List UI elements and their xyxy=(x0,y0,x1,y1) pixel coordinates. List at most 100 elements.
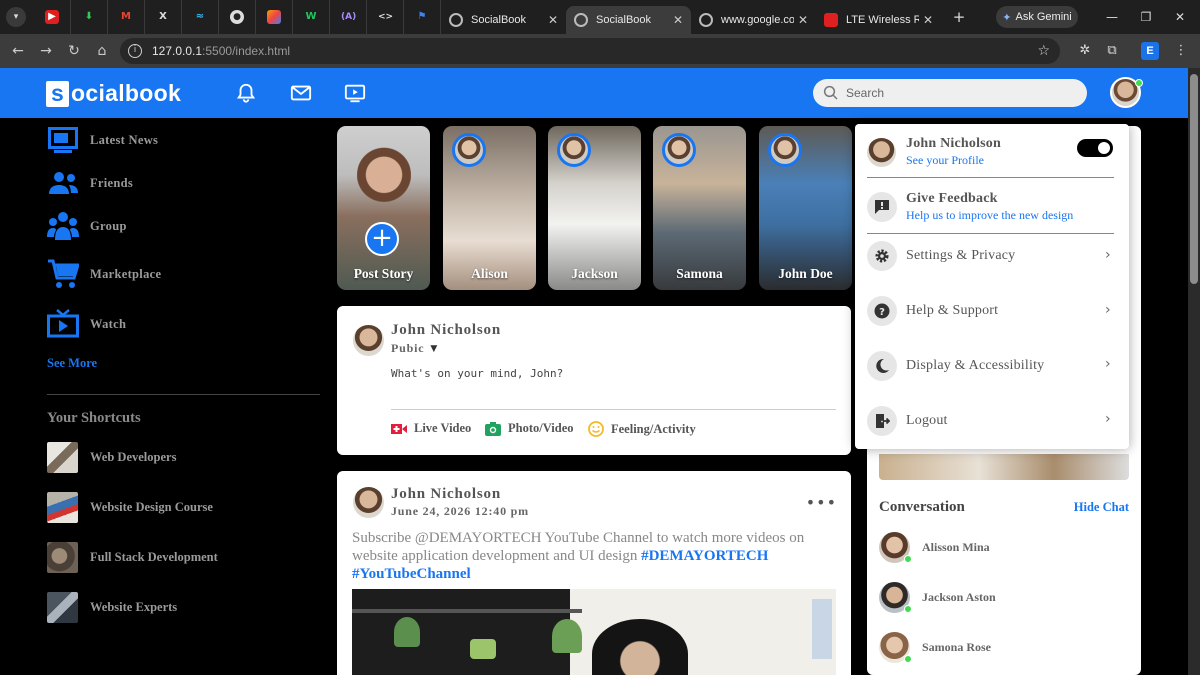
menu-give-feedback[interactable]: Give Feedback Help us to improve the new… xyxy=(867,191,1073,223)
pinned-tab-tailwind[interactable]: ≈ xyxy=(182,0,219,34)
privacy-label: Pubic xyxy=(391,341,425,355)
shortcut-full-stack-development[interactable]: Full Stack Development xyxy=(47,542,218,573)
live-video-button[interactable]: Live Video xyxy=(391,421,471,436)
shortcut-website-experts[interactable]: Website Experts xyxy=(47,592,177,623)
feeling-activity-button[interactable]: Feeling/Activity xyxy=(588,421,696,437)
socialbook-logo[interactable]: s ocialbook xyxy=(46,80,181,107)
post-username[interactable]: John Nicholson xyxy=(391,486,501,503)
shortcut-web-developers[interactable]: Web Developers xyxy=(47,442,176,473)
feedback-subtitle: Help us to improve the new design xyxy=(906,208,1074,222)
search-box[interactable] xyxy=(813,79,1087,107)
home-icon[interactable]: ⌂ xyxy=(88,43,116,59)
globe-icon xyxy=(699,13,713,27)
pinned-tab-x[interactable]: X xyxy=(145,0,182,34)
reload-icon[interactable]: ↻ xyxy=(60,43,88,59)
close-tab-icon[interactable]: ✕ xyxy=(798,13,808,27)
sidebar-item-label: Watch xyxy=(90,316,127,331)
profile-avatar xyxy=(867,137,896,167)
pinned-tab-flag[interactable]: ⚑ xyxy=(404,0,441,34)
forward-icon[interactable]: → xyxy=(32,43,60,59)
chevron-right-icon: › xyxy=(1105,247,1111,263)
sidebar-divider xyxy=(47,394,320,395)
tab-lte-router[interactable]: LTE Wireless Rou ✕ xyxy=(816,6,941,34)
contact-alisson-mina[interactable]: Alisson Mina xyxy=(879,532,990,563)
page-scrollbar[interactable] xyxy=(1188,68,1200,675)
sidebar-item-latest-news[interactable]: Latest News xyxy=(47,124,158,156)
pinned-tab-a[interactable]: (A) xyxy=(330,0,367,34)
video-watch-icon[interactable] xyxy=(343,82,367,104)
contact-jackson-aston[interactable]: Jackson Aston xyxy=(879,582,996,613)
back-icon[interactable]: ← xyxy=(4,43,32,59)
close-window-button[interactable]: ✕ xyxy=(1160,0,1200,34)
add-story-plus-icon[interactable]: + xyxy=(365,222,399,256)
pinned-tab-download[interactable]: ⬇ xyxy=(71,0,108,34)
feedback-icon xyxy=(867,192,897,222)
user-avatar xyxy=(353,487,384,518)
close-tab-icon[interactable]: ✕ xyxy=(923,13,933,27)
scrollbar-thumb[interactable] xyxy=(1190,74,1198,284)
story-alison[interactable]: Alison xyxy=(443,126,536,290)
more-options-icon[interactable]: ••• xyxy=(806,493,837,512)
extension-icon[interactable]: ✲ xyxy=(1076,42,1094,60)
sidebar-item-watch[interactable]: Watch xyxy=(47,308,126,340)
composer-input[interactable]: What's on your mind, John? xyxy=(391,367,563,380)
pinned-tab-code[interactable]: <> xyxy=(367,0,404,34)
profile-icon[interactable]: E xyxy=(1141,42,1159,60)
contact-samona-rose[interactable]: Samona Rose xyxy=(879,632,991,663)
story-samona[interactable]: Samona xyxy=(653,126,746,290)
menu-profile[interactable]: John Nicholson See your Profile xyxy=(867,136,1001,168)
sidebar-item-marketplace[interactable]: Marketplace xyxy=(47,258,161,290)
see-profile-link[interactable]: See your Profile xyxy=(906,153,1001,168)
menu-settings-privacy[interactable]: Settings & Privacy xyxy=(867,241,1015,271)
menu-divider xyxy=(867,233,1114,234)
see-more-link[interactable]: See More xyxy=(47,356,97,371)
menu-help-support[interactable]: ? Help & Support xyxy=(867,296,998,326)
notifications-bell-icon[interactable] xyxy=(234,82,258,104)
pinned-tabs: ▶ ⬇ M X ≈ ● W (A) <> ⚑ xyxy=(34,0,441,34)
sidebar-item-group[interactable]: Group xyxy=(47,210,127,242)
shortcut-label: Full Stack Development xyxy=(90,550,218,564)
shortcut-website-design-course[interactable]: Website Design Course xyxy=(47,492,213,523)
address-bar[interactable]: i 127.0.0.1:5500/index.html ☆ xyxy=(120,38,1060,64)
new-tab-button[interactable]: + xyxy=(947,8,971,26)
story-name: Alison xyxy=(471,266,508,281)
pinned-tab-colorful[interactable] xyxy=(256,0,293,34)
search-input[interactable] xyxy=(846,86,1066,100)
menu-display-accessibility[interactable]: Display & Accessibility xyxy=(867,351,1044,381)
hide-chat-link[interactable]: Hide Chat xyxy=(1074,500,1129,515)
browser-toolbar: ← → ↻ ⌂ i 127.0.0.1:5500/index.html ☆ ✲ … xyxy=(0,34,1200,68)
globe-icon xyxy=(449,13,463,27)
menu-item-label: Display & Accessibility xyxy=(906,358,1045,373)
privacy-selector[interactable]: Pubic ▼ xyxy=(391,341,437,356)
shortcut-label: Web Developers xyxy=(90,450,177,464)
tab-search-icon[interactable]: ▾ xyxy=(6,7,26,27)
sidebar-item-friends[interactable]: Friends xyxy=(47,167,133,199)
ask-gemini-button[interactable]: ✦ Ask Gemini xyxy=(996,6,1078,28)
photo-camera-icon xyxy=(485,421,501,436)
photo-video-button[interactable]: Photo/Video xyxy=(485,421,574,436)
tab-socialbook-2[interactable]: SocialBook ✕ xyxy=(566,6,691,34)
dark-mode-toggle[interactable] xyxy=(1077,139,1113,157)
story-john-doe[interactable]: John Doe xyxy=(759,126,852,290)
hashtag-link[interactable]: #DEMAYORTECH xyxy=(641,548,768,564)
tab-socialbook-1[interactable]: SocialBook ✕ xyxy=(441,6,566,34)
extensions-puzzle-icon[interactable]: ⧉ xyxy=(1103,42,1121,60)
story-post-story[interactable]: + Post Story xyxy=(337,126,430,290)
pinned-tab-w[interactable]: W xyxy=(293,0,330,34)
pinned-tab-youtube[interactable]: ▶ xyxy=(34,0,71,34)
browser-menu-icon[interactable]: ⋮ xyxy=(1172,42,1190,60)
close-tab-icon[interactable]: ✕ xyxy=(673,13,683,27)
close-tab-icon[interactable]: ✕ xyxy=(548,13,558,27)
tab-google[interactable]: www.google.com ✕ xyxy=(691,6,816,34)
menu-item-label: Logout xyxy=(906,413,948,428)
story-jackson[interactable]: Jackson xyxy=(548,126,641,290)
pinned-tab-gmail[interactable]: M xyxy=(108,0,145,34)
globe-icon xyxy=(574,13,588,27)
chevron-right-icon: › xyxy=(1105,302,1111,318)
hashtag-link[interactable]: #YouTubeChannel xyxy=(352,566,471,582)
bookmark-star-icon[interactable]: ☆ xyxy=(1037,43,1050,59)
messages-mail-icon[interactable] xyxy=(289,82,313,104)
menu-logout[interactable]: Logout xyxy=(867,406,948,436)
pinned-tab-github[interactable]: ● xyxy=(219,0,256,34)
site-info-icon[interactable]: i xyxy=(128,44,142,58)
